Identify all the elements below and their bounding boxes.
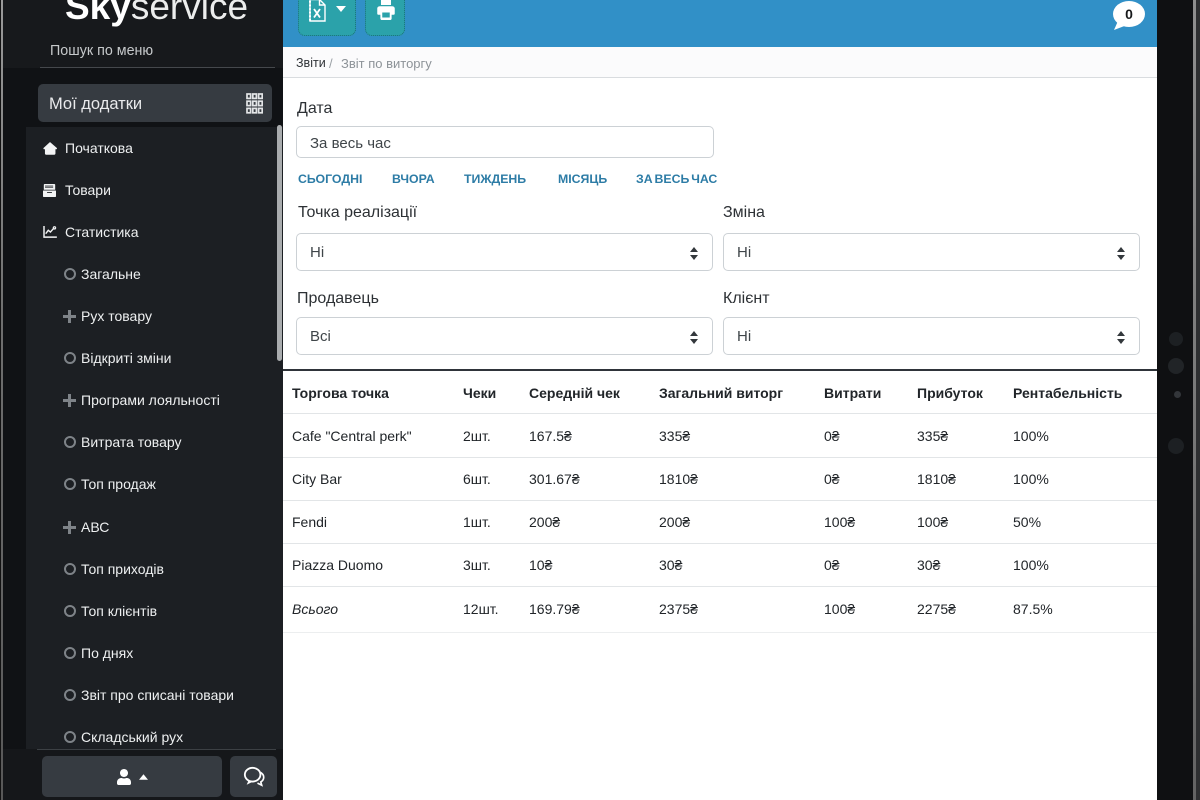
svg-text:0: 0: [1125, 6, 1133, 22]
